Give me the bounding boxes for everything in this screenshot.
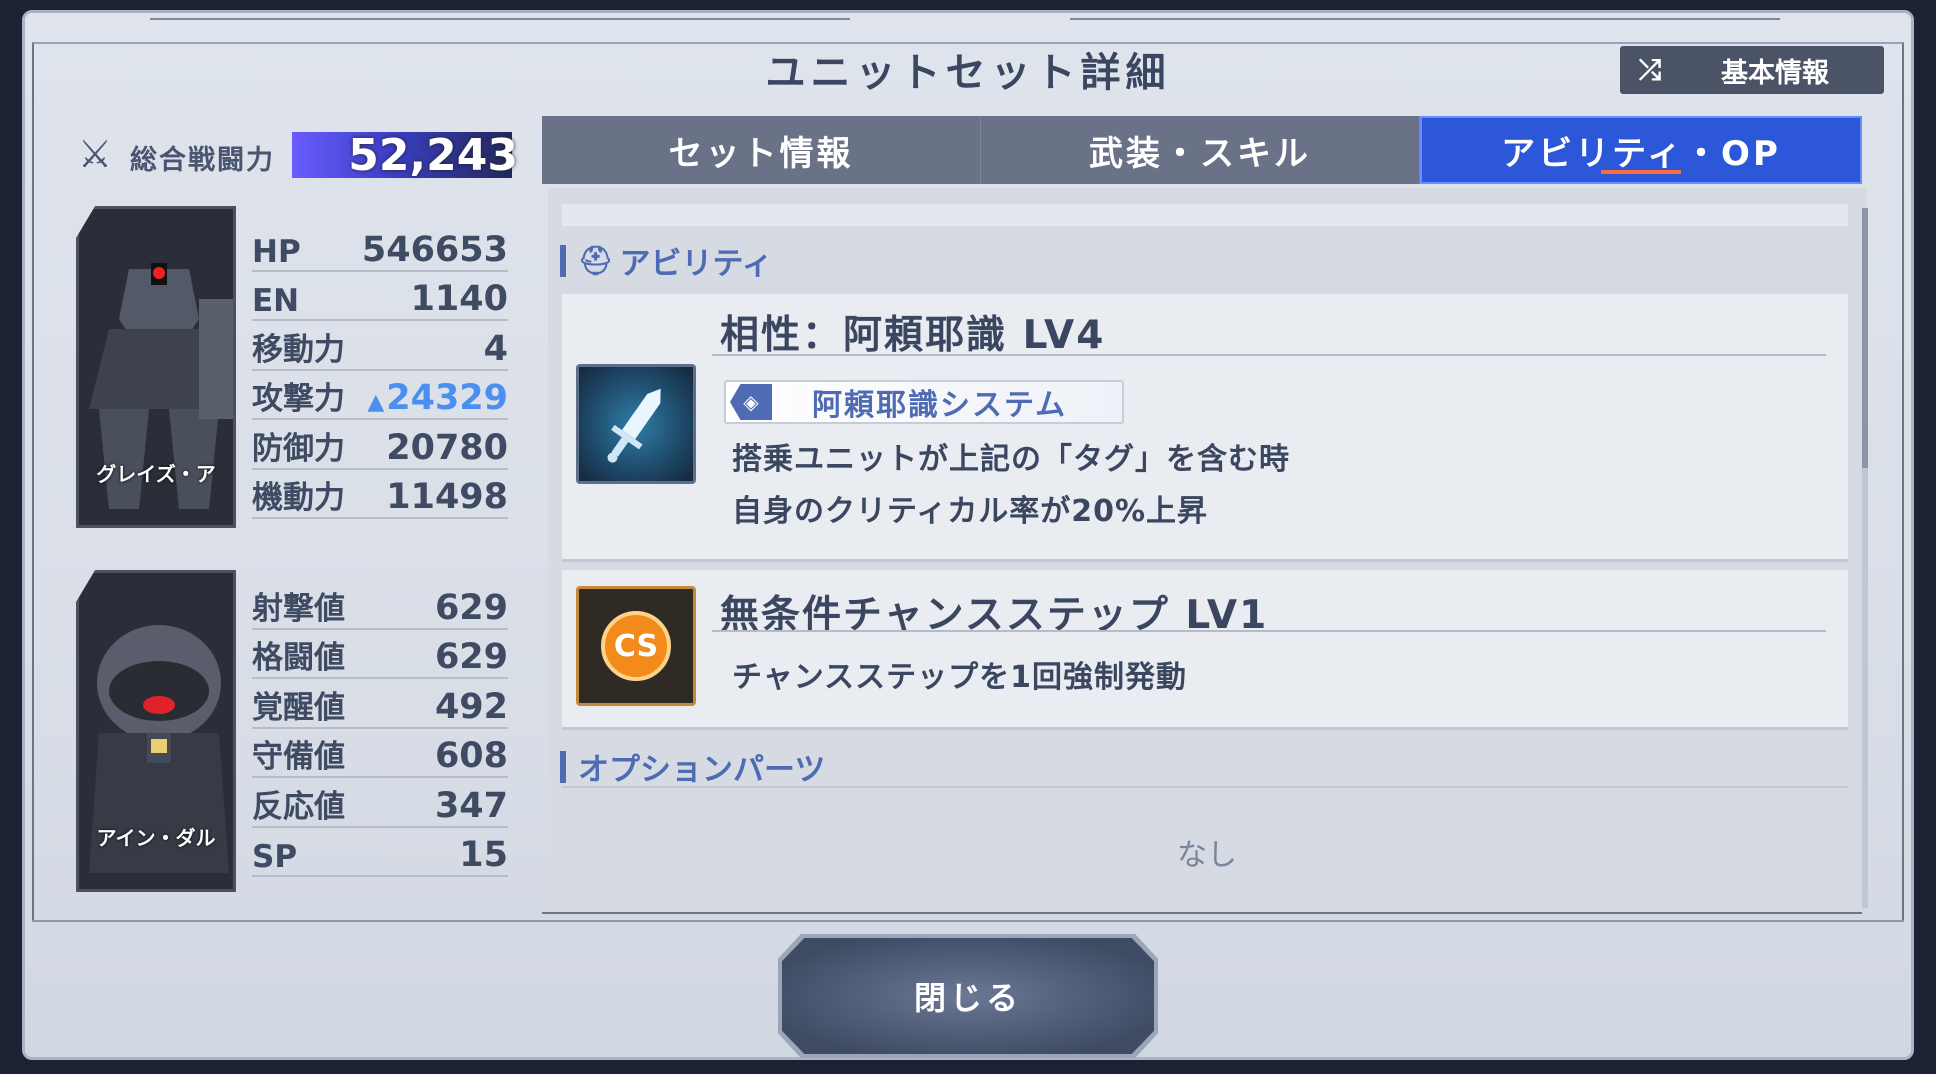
stat-row: EN 1140: [252, 272, 508, 321]
stat-value: 629: [434, 637, 508, 677]
stat-row: 覚醒値 492: [252, 679, 508, 729]
ability-section-label: アビリティ: [619, 246, 773, 282]
ability-description: 搭乗ユニットが上記の「タグ」を含む時: [732, 442, 1290, 477]
section-bar: [560, 750, 566, 783]
section-bar: [560, 244, 566, 277]
option-section-label: オプションパーツ: [578, 752, 826, 788]
ability-description: 自身のクリティカル率が20%上昇: [732, 494, 1209, 529]
ability-section-header: ⛑ アビリティ: [560, 238, 773, 283]
active-tab-indicator: [1601, 170, 1681, 174]
tab-set-info[interactable]: セット情報: [542, 116, 981, 184]
stat-row: 射撃値 629: [252, 580, 508, 630]
stat-value: 1140: [410, 279, 508, 319]
stat-key: 守備値: [252, 739, 345, 775]
ability-card[interactable]: 相性：阿頼耶識 LV4 ◈ 阿頼耶識システム 搭乗ユニットが上記の「タグ」を含む…: [562, 294, 1848, 562]
tab-ability-op-label: アビリティ・OP: [1501, 133, 1781, 174]
unit-portrait[interactable]: − グレイズ・ア: [76, 206, 236, 528]
stat-value: 15: [459, 835, 508, 875]
stat-value: 4: [483, 328, 508, 369]
stat-value: 24329: [386, 378, 508, 418]
tab-weapons-skills[interactable]: 武装・スキル: [981, 116, 1420, 184]
basic-info-label: 基本情報: [1721, 57, 1829, 89]
stat-key: 移動力: [252, 331, 345, 368]
decor-line: [1070, 18, 1780, 20]
stat-row: 機動力 11498: [252, 470, 508, 519]
card-divider: [712, 630, 1826, 632]
combat-power-value: 52,243: [348, 130, 518, 181]
combat-power: ⚔ 総合戦闘力 52,243: [78, 130, 518, 181]
boost-arrow-icon: ▲: [367, 390, 385, 415]
stat-key: 機動力: [252, 480, 345, 516]
option-section-header: オプションパーツ: [560, 744, 825, 789]
stat-key: 覚醒値: [252, 689, 345, 726]
ability-tag: ◈ 阿頼耶識システム: [724, 380, 1124, 424]
stat-row: 守備値 608: [252, 729, 508, 778]
stat-value: 629: [434, 587, 508, 628]
stat-value: 608: [434, 736, 508, 776]
stat-key: 攻撃力: [252, 381, 345, 417]
stat-row: 攻撃力 ▲24329: [252, 371, 508, 420]
stat-row: 防御力 20780: [252, 420, 508, 470]
crossed-swords-icon: ⚔: [78, 132, 113, 176]
unit-stats: HP 546653 EN 1140 移動力 4 攻撃力 ▲24329 防御力 2…: [252, 222, 508, 519]
decor-line: [150, 18, 850, 20]
section-divider: [562, 786, 1848, 788]
shuffle-icon: ⤮: [1638, 53, 1662, 86]
gundam-tag-icon: ◈: [730, 384, 772, 420]
stat-value-boosted: ▲24329: [367, 378, 508, 418]
scrollbar-thumb[interactable]: [1862, 208, 1868, 468]
stat-key: SP: [252, 839, 298, 875]
ability-description: チャンスステップを1回強制発動: [732, 660, 1187, 695]
stat-value: 11498: [386, 477, 508, 517]
stat-key: 射撃値: [252, 590, 345, 627]
ability-title: 相性：阿頼耶識 LV4: [720, 313, 1106, 358]
stat-key: EN: [252, 283, 300, 319]
stat-key: 反応値: [252, 788, 345, 825]
stat-value: 492: [434, 686, 508, 727]
stat-row: SP 15: [252, 828, 508, 877]
tab-ability-op[interactable]: アビリティ・OP: [1420, 116, 1862, 184]
stat-value: 20780: [386, 427, 508, 468]
panel-top-strip: [562, 204, 1848, 226]
pilot-name: アイン・ダル: [96, 826, 216, 850]
stat-key: HP: [252, 233, 301, 270]
stat-row: HP 546653: [252, 222, 508, 272]
ability-tag-text: 阿頼耶識システム: [812, 388, 1068, 423]
stat-key: 格闘値: [252, 640, 345, 676]
stat-row: 格闘値 629: [252, 630, 508, 679]
cs-icon-badge: CS: [601, 611, 671, 681]
stat-value: 546653: [361, 229, 508, 270]
stat-row: 移動力 4: [252, 321, 508, 371]
helmet-icon: ⛑: [578, 244, 614, 277]
stat-key: 防御力: [252, 430, 345, 467]
tab-bar: セット情報 武装・スキル アビリティ・OP: [542, 116, 1862, 184]
pilot-portrait[interactable]: − アイン・ダル: [76, 570, 236, 892]
unit-name: グレイズ・ア: [96, 462, 216, 486]
pilot-stats: 射撃値 629 格闘値 629 覚醒値 492 守備値 608 反応値 347 …: [252, 580, 508, 877]
sword-icon: [576, 364, 696, 484]
close-button[interactable]: 閉じる: [782, 938, 1154, 1054]
stat-row: 反応値 347: [252, 778, 508, 828]
card-divider: [712, 354, 1826, 356]
dialog-bottom-line: [32, 920, 1904, 922]
cs-icon: CS: [576, 586, 696, 706]
combat-power-label: 総合戦闘力: [130, 145, 275, 176]
basic-info-button[interactable]: ⤮ 基本情報: [1620, 46, 1884, 94]
stat-value: 347: [434, 785, 508, 826]
ability-card[interactable]: 無条件チャンスステップ LV1 CS チャンスステップを1回強制発動: [562, 570, 1848, 730]
option-empty-text: なし: [1177, 838, 1237, 873]
panel-bottom-border: [542, 912, 1862, 914]
